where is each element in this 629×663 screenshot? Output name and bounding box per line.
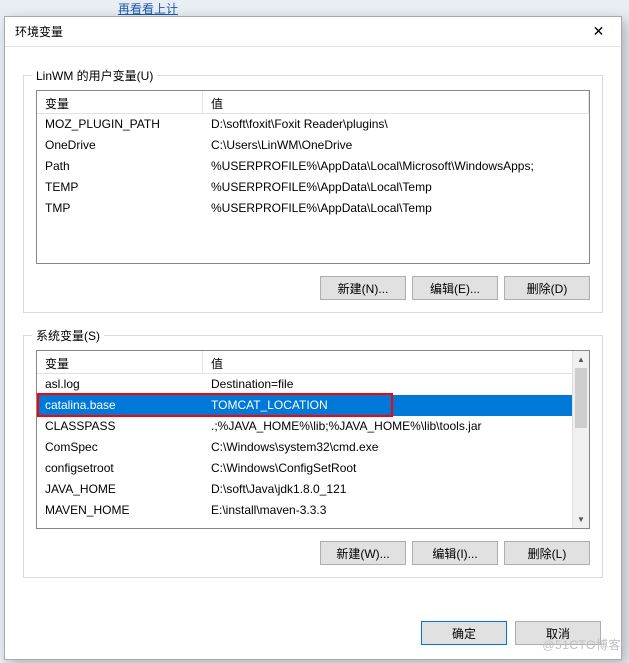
cell-variable: Path (37, 156, 203, 177)
system-edit-button[interactable]: 编辑(I)... (412, 541, 498, 565)
cell-variable: MOZ_PLUGIN_PATH (37, 114, 203, 135)
cell-value: %USERPROFILE%\AppData\Local\Microsoft\Wi… (203, 156, 589, 177)
cell-variable: JAVA_HOME (37, 479, 203, 500)
cell-variable: catalina.base (37, 395, 203, 416)
cell-variable: configsetroot (37, 458, 203, 479)
user-edit-button[interactable]: 编辑(E)... (412, 276, 498, 300)
cell-value: D:\soft\Java\jdk1.8.0_121 (203, 479, 572, 500)
cell-value: C:\Users\LinWM\OneDrive (203, 135, 589, 156)
cell-variable: TMP (37, 198, 203, 219)
dialog-title: 环境变量 (15, 23, 63, 40)
cell-value: E:\install\maven-3.3.3 (203, 500, 572, 521)
cell-value: D:\soft\foxit\Foxit Reader\plugins\ (203, 114, 589, 135)
table-row[interactable]: CLASSPASS.;%JAVA_HOME%\lib;%JAVA_HOME%\l… (37, 416, 572, 437)
cell-value: %USERPROFILE%\AppData\Local\Temp (203, 177, 589, 198)
cell-variable: OneDrive (37, 135, 203, 156)
col-value[interactable]: 值 (203, 91, 589, 113)
user-vars-group: LinWM 的用户变量(U) 变量 值 MOZ_PLUGIN_PATHD:\so… (23, 75, 603, 313)
list-header: 变量 值 (37, 351, 589, 374)
list-header: 变量 值 (37, 91, 589, 114)
cell-value: %USERPROFILE%\AppData\Local\Temp (203, 198, 589, 219)
table-row[interactable]: MOZ_PLUGIN_PATHD:\soft\foxit\Foxit Reade… (37, 114, 589, 135)
table-row[interactable]: TMP%USERPROFILE%\AppData\Local\Temp (37, 198, 589, 219)
scroll-up-button[interactable]: ▲ (573, 351, 589, 368)
col-value[interactable]: 值 (203, 351, 589, 373)
titlebar: 环境变量 ✕ (5, 17, 621, 47)
user-vars-label: LinWM 的用户变量(U) (32, 67, 157, 84)
user-vars-list[interactable]: 变量 值 MOZ_PLUGIN_PATHD:\soft\foxit\Foxit … (36, 90, 590, 264)
cell-variable: CLASSPASS (37, 416, 203, 437)
table-row[interactable]: JAVA_HOMED:\soft\Java\jdk1.8.0_121 (37, 479, 572, 500)
cell-value: C:\Windows\ConfigSetRoot (203, 458, 572, 479)
system-vars-group: 系统变量(S) 变量 值 asl.logDestination=filecata… (23, 335, 603, 578)
table-row[interactable]: Path%USERPROFILE%\AppData\Local\Microsof… (37, 156, 589, 177)
scroll-down-button[interactable]: ▼ (573, 511, 589, 528)
table-row[interactable]: TEMP%USERPROFILE%\AppData\Local\Temp (37, 177, 589, 198)
cell-variable: MAVEN_HOME (37, 500, 203, 521)
table-row[interactable]: catalina.baseTOMCAT_LOCATION (37, 395, 572, 416)
cell-value: .;%JAVA_HOME%\lib;%JAVA_HOME%\lib\tools.… (203, 416, 572, 437)
table-row[interactable]: ComSpecC:\Windows\system32\cmd.exe (37, 437, 572, 458)
cell-variable: ComSpec (37, 437, 203, 458)
user-new-button[interactable]: 新建(N)... (320, 276, 406, 300)
cell-value: TOMCAT_LOCATION (203, 395, 572, 416)
system-vars-label: 系统变量(S) (32, 327, 104, 344)
cell-value: Destination=file (203, 374, 572, 395)
cell-value: C:\Windows\system32\cmd.exe (203, 437, 572, 458)
system-new-button[interactable]: 新建(W)... (320, 541, 406, 565)
table-row[interactable]: OneDriveC:\Users\LinWM\OneDrive (37, 135, 589, 156)
env-vars-dialog: 环境变量 ✕ LinWM 的用户变量(U) 变量 值 MOZ_PLUGIN_PA… (4, 16, 622, 660)
background-text: 再看看上计 (118, 0, 178, 16)
table-row[interactable]: asl.logDestination=file (37, 374, 572, 395)
cell-variable: TEMP (37, 177, 203, 198)
scrollbar[interactable]: ▲ ▼ (572, 351, 589, 528)
col-variable[interactable]: 变量 (37, 91, 203, 113)
system-delete-button[interactable]: 删除(L) (504, 541, 590, 565)
close-button[interactable]: ✕ (576, 17, 621, 46)
table-row[interactable]: configsetrootC:\Windows\ConfigSetRoot (37, 458, 572, 479)
scroll-track[interactable] (573, 368, 589, 511)
ok-button[interactable]: 确定 (421, 621, 507, 645)
cell-variable: asl.log (37, 374, 203, 395)
close-icon: ✕ (593, 23, 605, 40)
table-row[interactable]: MAVEN_HOMEE:\install\maven-3.3.3 (37, 500, 572, 521)
system-vars-list[interactable]: 变量 值 asl.logDestination=filecatalina.bas… (36, 350, 590, 529)
col-variable[interactable]: 变量 (37, 351, 203, 373)
cancel-button[interactable]: 取消 (515, 621, 601, 645)
user-delete-button[interactable]: 删除(D) (504, 276, 590, 300)
scroll-thumb[interactable] (575, 368, 587, 428)
